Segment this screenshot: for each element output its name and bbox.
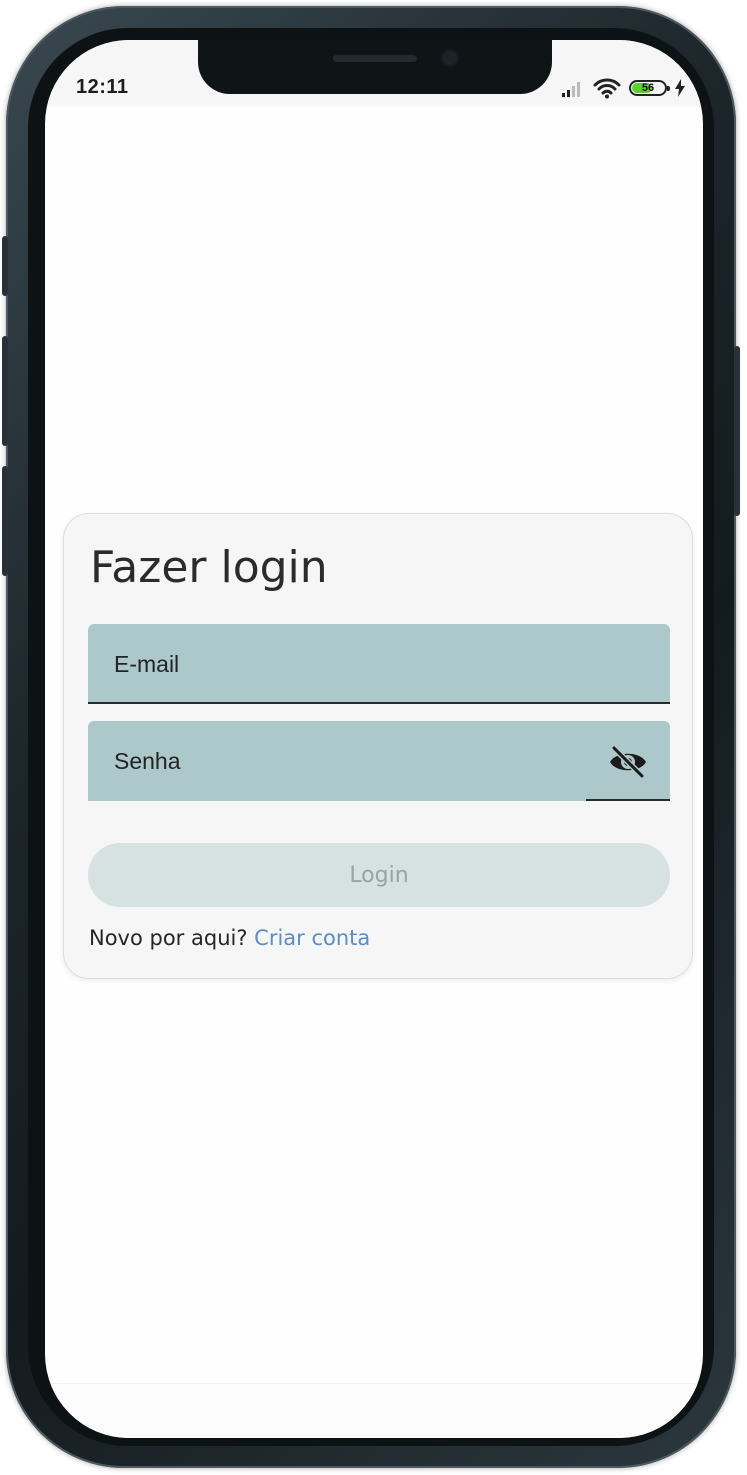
login-card: Fazer login E-mail Senha Login Novo por … — [63, 513, 693, 979]
volume-up-button — [2, 336, 8, 446]
create-account-link[interactable]: Criar conta — [254, 926, 370, 950]
status-bar: 12:11 56 — [45, 40, 703, 106]
power-button — [734, 346, 740, 516]
signup-prompt: Novo por aqui? — [89, 926, 248, 950]
volume-down-button — [2, 466, 8, 576]
password-field[interactable]: Senha — [88, 721, 670, 801]
charging-icon — [675, 79, 685, 97]
speaker — [333, 55, 417, 62]
status-icons: 56 — [561, 77, 685, 99]
bottom-bar — [45, 1383, 703, 1438]
email-field-label: E-mail — [114, 651, 180, 677]
front-camera — [443, 51, 457, 65]
screen: 12:11 56 Fazer login E-mail Senha Login … — [45, 40, 703, 1438]
notch — [198, 40, 552, 94]
signup-row: Novo por aqui? Criar conta — [89, 926, 370, 950]
login-button[interactable]: Login — [88, 843, 670, 907]
email-field[interactable]: E-mail — [88, 624, 670, 704]
signal-icon — [562, 82, 580, 97]
password-field-underline — [586, 799, 670, 801]
battery-icon: 56 — [629, 80, 670, 96]
side-button — [2, 236, 8, 296]
page-title: Fazer login — [90, 542, 328, 593]
password-field-label: Senha — [114, 748, 181, 774]
battery-level: 56 — [641, 82, 655, 94]
wifi-icon — [593, 78, 621, 99]
toggle-password-visibility-button[interactable] — [608, 745, 648, 779]
email-field-underline — [88, 702, 670, 704]
eye-off-icon — [610, 745, 646, 779]
status-time: 12:11 — [76, 76, 129, 98]
